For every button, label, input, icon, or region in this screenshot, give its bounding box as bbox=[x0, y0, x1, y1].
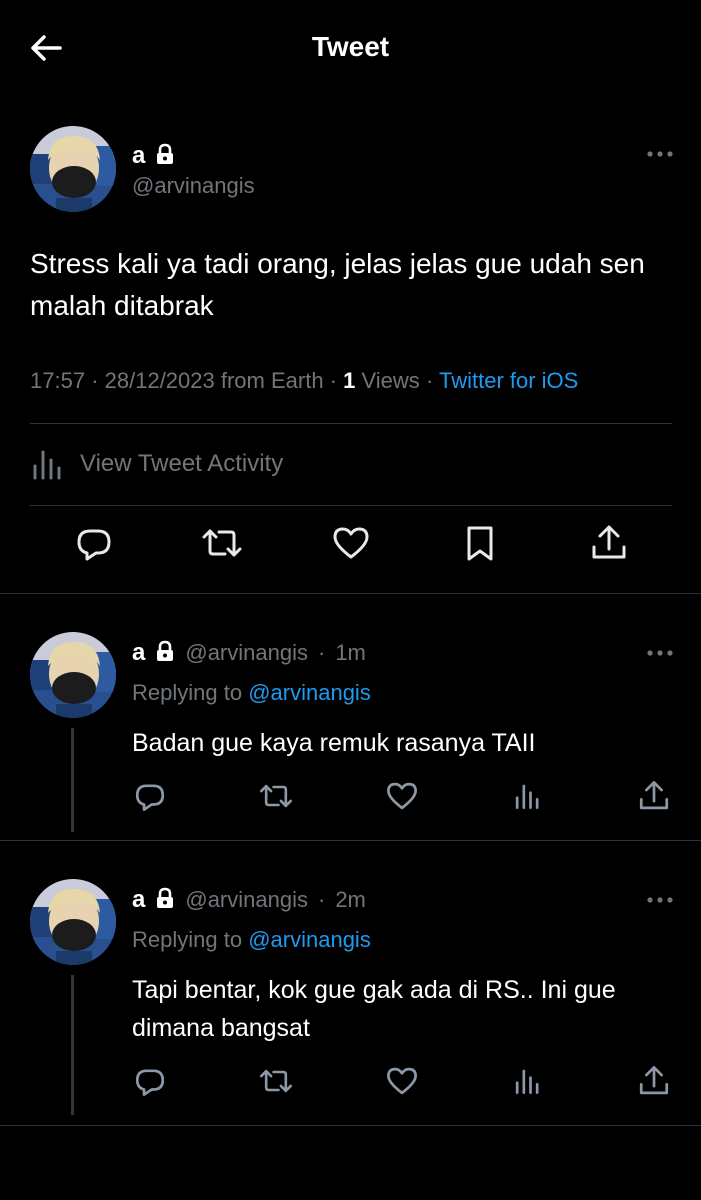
top-bar: Tweet bbox=[0, 0, 701, 96]
tweet-action-bar bbox=[0, 521, 701, 577]
more-options-button[interactable] bbox=[642, 641, 678, 665]
more-options-button[interactable] bbox=[642, 142, 678, 166]
analytics-icon bbox=[33, 450, 61, 480]
replying-label: Replying to bbox=[132, 680, 243, 705]
author-handle[interactable]: @arvinangis bbox=[185, 640, 308, 666]
divider bbox=[30, 423, 672, 424]
share-button[interactable] bbox=[587, 521, 631, 565]
views-label: Views bbox=[361, 368, 420, 393]
author-handle[interactable]: @arvinangis bbox=[132, 173, 255, 199]
retweet-button[interactable] bbox=[256, 1061, 296, 1101]
time-ago: 1m bbox=[335, 640, 366, 665]
author-row: a bbox=[132, 142, 175, 170]
like-button[interactable] bbox=[382, 776, 422, 816]
like-button[interactable] bbox=[329, 521, 373, 565]
reply-tweet[interactable]: a @arvinangis · 1m Replying to @arvinang… bbox=[0, 594, 701, 840]
avatar[interactable] bbox=[30, 126, 116, 212]
retweet-icon bbox=[259, 1069, 293, 1093]
tweet-text: Stress kali ya tadi orang, jelas jelas g… bbox=[30, 248, 645, 321]
replying-to: Replying to @arvinangis bbox=[132, 680, 371, 706]
page-title: Tweet bbox=[311, 31, 390, 62]
reply-icon bbox=[135, 1069, 165, 1096]
views-button[interactable] bbox=[508, 1061, 548, 1101]
more-icon bbox=[647, 151, 673, 157]
reply-icon bbox=[135, 784, 165, 811]
replying-to: Replying to @arvinangis bbox=[132, 927, 371, 953]
reply-icon bbox=[77, 529, 111, 561]
share-icon bbox=[639, 1066, 669, 1095]
like-button[interactable] bbox=[382, 1061, 422, 1101]
replying-mention-link[interactable]: @arvinangis bbox=[248, 927, 371, 952]
reply-action-bar bbox=[0, 776, 701, 820]
tweet-date: 28/12/2023 from Earth bbox=[104, 368, 324, 393]
reply-button[interactable] bbox=[130, 776, 170, 816]
section-divider bbox=[0, 1125, 701, 1126]
reply-text: Tapi bentar, kok gue gak ada di RS.. Ini… bbox=[132, 976, 616, 1042]
tweet-source-link[interactable]: Twitter for iOS bbox=[439, 368, 578, 393]
author-name[interactable]: a bbox=[132, 639, 145, 667]
bookmark-button[interactable] bbox=[458, 521, 502, 565]
author-handle[interactable]: @arvinangis bbox=[185, 887, 308, 913]
retweet-button[interactable] bbox=[256, 776, 296, 816]
replying-label: Replying to bbox=[132, 927, 243, 952]
more-icon bbox=[647, 650, 673, 656]
analytics-icon bbox=[515, 784, 539, 809]
retweet-icon bbox=[202, 529, 242, 557]
reply-tweet[interactable]: a @arvinangis · 2m Replying to @arvinang… bbox=[0, 841, 701, 1125]
views-count: 1 bbox=[343, 368, 356, 393]
lock-icon bbox=[155, 887, 175, 914]
tweet-time: 17:57 bbox=[30, 368, 86, 393]
share-icon bbox=[592, 525, 626, 559]
reply-action-bar bbox=[0, 1061, 701, 1105]
more-icon bbox=[647, 897, 673, 903]
like-icon bbox=[333, 527, 369, 559]
reply-button[interactable] bbox=[72, 521, 116, 565]
author-name[interactable]: a bbox=[132, 142, 145, 170]
lock-icon bbox=[155, 143, 175, 170]
avatar[interactable] bbox=[30, 879, 116, 965]
retweet-icon bbox=[259, 784, 293, 808]
share-button[interactable] bbox=[634, 1061, 674, 1101]
analytics-icon bbox=[515, 1069, 539, 1094]
lock-icon bbox=[155, 640, 175, 667]
reply-button[interactable] bbox=[130, 1061, 170, 1101]
tweet-meta: 17:57 · 28/12/2023 from Earth · 1 Views … bbox=[30, 368, 579, 393]
reply-text: Badan gue kaya remuk rasanya TAII bbox=[132, 729, 536, 757]
like-icon bbox=[387, 782, 417, 810]
avatar[interactable] bbox=[30, 632, 116, 718]
divider bbox=[30, 505, 672, 506]
replying-mention-link[interactable]: @arvinangis bbox=[248, 680, 371, 705]
time-ago: 2m bbox=[335, 887, 366, 912]
share-button[interactable] bbox=[634, 776, 674, 816]
retweet-button[interactable] bbox=[200, 521, 244, 565]
author-row: a @arvinangis · 1m bbox=[132, 639, 366, 667]
more-options-button[interactable] bbox=[642, 888, 678, 912]
author-name[interactable]: a bbox=[132, 886, 145, 914]
author-row: a @arvinangis · 2m bbox=[132, 886, 366, 914]
bookmark-icon bbox=[467, 526, 493, 561]
like-icon bbox=[387, 1067, 417, 1095]
share-icon bbox=[639, 781, 669, 810]
views-button[interactable] bbox=[508, 776, 548, 816]
view-tweet-activity-button[interactable]: View Tweet Activity bbox=[30, 446, 283, 482]
activity-label: View Tweet Activity bbox=[80, 450, 284, 477]
